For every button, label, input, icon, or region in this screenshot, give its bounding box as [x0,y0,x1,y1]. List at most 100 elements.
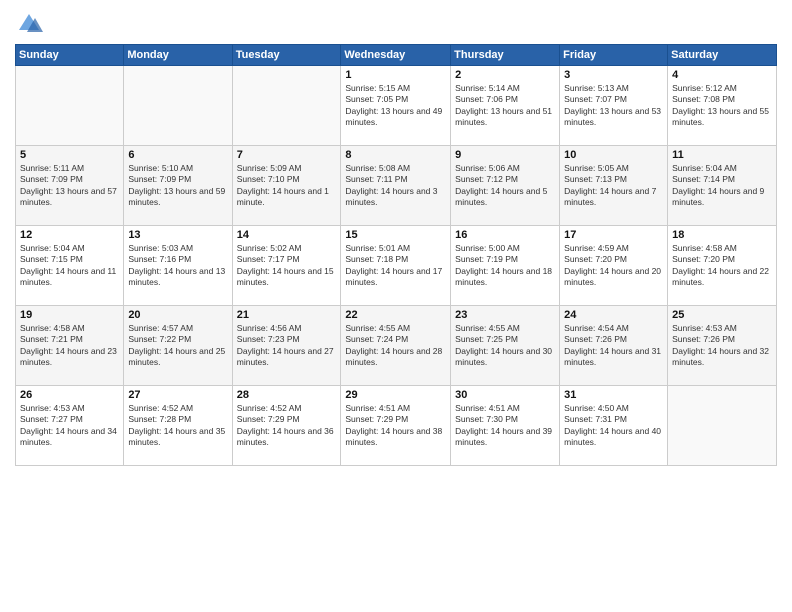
calendar-cell: 6Sunrise: 5:10 AM Sunset: 7:09 PM Daylig… [124,146,232,226]
day-number: 2 [455,69,555,81]
calendar-cell: 14 Sunrise: 5:02 AM Sunset: 7:17 PM Dayli… [232,226,341,306]
calendar-cell: 7 Sunrise: 5:09 AM Sunset: 7:10 PM Daylig… [232,146,341,226]
calendar-cell: 5Sunrise: 5:11 AM Sunset: 7:09 PM Daylig… [16,146,124,226]
calendar-cell: 16 Sunrise: 5:00 AM Sunset: 7:19 PM Dayli… [451,226,560,306]
day-number: 7 [237,149,337,161]
calendar-cell: 19 Sunrise: 4:58 AM Sunset: 7:21 PM Dayli… [16,306,124,386]
day-info: Sunrise: 4:58 AM Sunset: 7:21 PM Dayligh… [20,323,119,369]
day-number: 10 [564,149,663,161]
day-number: 30 [455,389,555,401]
calendar-week-1: 1Sunrise: 5:15 AM Sunset: 7:05 PM Daylig… [16,66,777,146]
calendar-cell: 18 Sunrise: 4:58 AM Sunset: 7:20 PM Dayli… [668,226,777,306]
day-info: Sunrise: 4:51 AM Sunset: 7:30 PM Dayligh… [455,403,555,449]
calendar-cell: 9Sunrise: 5:06 AM Sunset: 7:12 PM Daylig… [451,146,560,226]
weekday-header-sunday: Sunday [16,45,124,66]
day-info: Sunrise: 5:01 AM Sunset: 7:18 PM Dayligh… [345,243,446,289]
day-info: Sunrise: 5:02 AM Sunset: 7:17 PM Dayligh… [237,243,337,289]
day-number: 14 [237,229,337,241]
day-number: 1 [345,69,446,81]
day-info: Sunrise: 4:50 AM Sunset: 7:31 PM Dayligh… [564,403,663,449]
weekday-header-friday: Friday [560,45,668,66]
calendar-cell: 30 Sunrise: 4:51 AM Sunset: 7:30 PM Dayli… [451,386,560,466]
calendar-cell: 15 Sunrise: 5:01 AM Sunset: 7:18 PM Dayli… [341,226,451,306]
day-info: Sunrise: 4:52 AM Sunset: 7:28 PM Dayligh… [128,403,227,449]
calendar-week-4: 19 Sunrise: 4:58 AM Sunset: 7:21 PM Dayli… [16,306,777,386]
day-number: 21 [237,309,337,321]
calendar-cell: 17Sunrise: 4:59 AM Sunset: 7:20 PM Dayli… [560,226,668,306]
day-number: 19 [20,309,119,321]
day-info: Sunrise: 4:55 AM Sunset: 7:25 PM Dayligh… [455,323,555,369]
day-number: 29 [345,389,446,401]
calendar-cell: 20Sunrise: 4:57 AM Sunset: 7:22 PM Dayli… [124,306,232,386]
weekday-header-tuesday: Tuesday [232,45,341,66]
weekday-header-wednesday: Wednesday [341,45,451,66]
calendar-cell [124,66,232,146]
day-number: 23 [455,309,555,321]
calendar-cell: 4 Sunrise: 5:12 AM Sunset: 7:08 PM Daylig… [668,66,777,146]
calendar-cell: 27 Sunrise: 4:52 AM Sunset: 7:28 PM Dayli… [124,386,232,466]
day-number: 25 [672,309,772,321]
day-number: 15 [345,229,446,241]
day-info: Sunrise: 4:54 AM Sunset: 7:26 PM Dayligh… [564,323,663,369]
calendar-cell: 12 Sunrise: 5:04 AM Sunset: 7:15 PM Dayli… [16,226,124,306]
weekday-header-thursday: Thursday [451,45,560,66]
page: SundayMondayTuesdayWednesdayThursdayFrid… [0,0,792,612]
calendar-week-5: 26 Sunrise: 4:53 AM Sunset: 7:27 PM Dayli… [16,386,777,466]
weekday-header-row: SundayMondayTuesdayWednesdayThursdayFrid… [16,45,777,66]
day-number: 27 [128,389,227,401]
calendar-body: 1Sunrise: 5:15 AM Sunset: 7:05 PM Daylig… [16,66,777,466]
day-number: 24 [564,309,663,321]
day-number: 4 [672,69,772,81]
day-info: Sunrise: 5:09 AM Sunset: 7:10 PM Dayligh… [237,163,337,209]
logo [15,10,45,38]
day-info: Sunrise: 5:00 AM Sunset: 7:19 PM Dayligh… [455,243,555,289]
header [15,10,777,38]
calendar-cell: 23 Sunrise: 4:55 AM Sunset: 7:25 PM Dayli… [451,306,560,386]
day-info: Sunrise: 5:14 AM Sunset: 7:06 PM Dayligh… [455,83,555,129]
day-info: Sunrise: 5:04 AM Sunset: 7:14 PM Dayligh… [672,163,772,209]
day-number: 26 [20,389,119,401]
day-number: 12 [20,229,119,241]
day-number: 16 [455,229,555,241]
calendar-cell: 10 Sunrise: 5:05 AM Sunset: 7:13 PM Dayli… [560,146,668,226]
day-number: 9 [455,149,555,161]
calendar-cell: 24 Sunrise: 4:54 AM Sunset: 7:26 PM Dayli… [560,306,668,386]
day-number: 18 [672,229,772,241]
day-info: Sunrise: 4:59 AM Sunset: 7:20 PM Dayligh… [564,243,663,289]
calendar-cell: 26 Sunrise: 4:53 AM Sunset: 7:27 PM Dayli… [16,386,124,466]
day-info: Sunrise: 4:53 AM Sunset: 7:27 PM Dayligh… [20,403,119,449]
calendar-cell: 25Sunrise: 4:53 AM Sunset: 7:26 PM Dayli… [668,306,777,386]
day-info: Sunrise: 5:05 AM Sunset: 7:13 PM Dayligh… [564,163,663,209]
calendar-header: SundayMondayTuesdayWednesdayThursdayFrid… [16,45,777,66]
calendar-cell: 29Sunrise: 4:51 AM Sunset: 7:29 PM Dayli… [341,386,451,466]
day-info: Sunrise: 5:08 AM Sunset: 7:11 PM Dayligh… [345,163,446,209]
day-info: Sunrise: 4:56 AM Sunset: 7:23 PM Dayligh… [237,323,337,369]
day-number: 8 [345,149,446,161]
day-info: Sunrise: 5:11 AM Sunset: 7:09 PM Dayligh… [20,163,119,209]
calendar-cell: 2 Sunrise: 5:14 AM Sunset: 7:06 PM Daylig… [451,66,560,146]
calendar-cell: 13Sunrise: 5:03 AM Sunset: 7:16 PM Dayli… [124,226,232,306]
calendar-cell: 8 Sunrise: 5:08 AM Sunset: 7:11 PM Daylig… [341,146,451,226]
day-info: Sunrise: 4:58 AM Sunset: 7:20 PM Dayligh… [672,243,772,289]
day-number: 20 [128,309,227,321]
calendar-cell [16,66,124,146]
day-number: 3 [564,69,663,81]
day-number: 22 [345,309,446,321]
calendar-table: SundayMondayTuesdayWednesdayThursdayFrid… [15,44,777,466]
day-info: Sunrise: 5:04 AM Sunset: 7:15 PM Dayligh… [20,243,119,289]
weekday-header-saturday: Saturday [668,45,777,66]
weekday-header-monday: Monday [124,45,232,66]
day-number: 13 [128,229,227,241]
calendar-cell: 1Sunrise: 5:15 AM Sunset: 7:05 PM Daylig… [341,66,451,146]
calendar-week-2: 5Sunrise: 5:11 AM Sunset: 7:09 PM Daylig… [16,146,777,226]
calendar-cell [232,66,341,146]
calendar-cell: 21 Sunrise: 4:56 AM Sunset: 7:23 PM Dayli… [232,306,341,386]
day-info: Sunrise: 5:12 AM Sunset: 7:08 PM Dayligh… [672,83,772,129]
calendar-week-3: 12 Sunrise: 5:04 AM Sunset: 7:15 PM Dayli… [16,226,777,306]
day-number: 11 [672,149,772,161]
calendar-cell: 11 Sunrise: 5:04 AM Sunset: 7:14 PM Dayli… [668,146,777,226]
day-number: 31 [564,389,663,401]
calendar-cell: 31 Sunrise: 4:50 AM Sunset: 7:31 PM Dayli… [560,386,668,466]
calendar-cell: 22Sunrise: 4:55 AM Sunset: 7:24 PM Dayli… [341,306,451,386]
day-info: Sunrise: 4:52 AM Sunset: 7:29 PM Dayligh… [237,403,337,449]
